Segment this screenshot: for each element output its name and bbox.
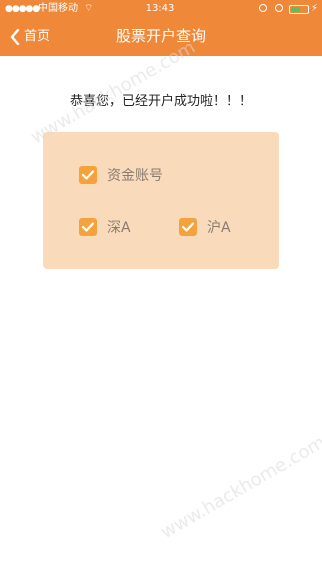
rotation-lock-icon xyxy=(259,4,267,12)
shenzhen-a-option[interactable]: 深A xyxy=(79,217,131,237)
check-icon xyxy=(82,170,94,180)
battery-icon xyxy=(289,5,309,14)
status-time: 13:43 xyxy=(145,3,175,14)
watermark-text: www.hackhome.com xyxy=(157,431,322,544)
check-icon xyxy=(82,222,94,232)
shanghai-a-label: 沪A xyxy=(207,220,231,236)
wifi-icon: ⌔ xyxy=(84,3,94,14)
shenzhen-a-label: 深A xyxy=(107,220,131,236)
account-options-card: 资金账号 深A 沪A xyxy=(43,132,279,269)
signal-icon: ●●●●● xyxy=(5,4,40,14)
status-bar: ●●●●● 中国移动 ⌔ 13:43 ⚡ xyxy=(0,0,322,18)
shanghai-a-option[interactable]: 沪A xyxy=(179,217,231,237)
fund-account-checkbox[interactable] xyxy=(79,166,97,184)
success-message: 恭喜您，已经开户成功啦！！！ xyxy=(69,94,252,109)
alarm-icon xyxy=(275,4,283,12)
fund-account-option[interactable]: 资金账号 xyxy=(79,165,163,185)
battery-level xyxy=(291,7,300,12)
shenzhen-a-checkbox[interactable] xyxy=(79,218,97,236)
carrier-label: 中国移动 xyxy=(38,3,78,14)
shanghai-a-checkbox[interactable] xyxy=(179,218,197,236)
page-title: 股票开户查询 xyxy=(115,27,206,45)
check-icon xyxy=(182,222,194,232)
fund-account-label: 资金账号 xyxy=(107,168,163,184)
app-header: ●●●●● 中国移动 ⌔ 13:43 ⚡ 首页 股票开户查询 xyxy=(0,0,322,56)
charging-icon: ⚡ xyxy=(311,3,319,14)
